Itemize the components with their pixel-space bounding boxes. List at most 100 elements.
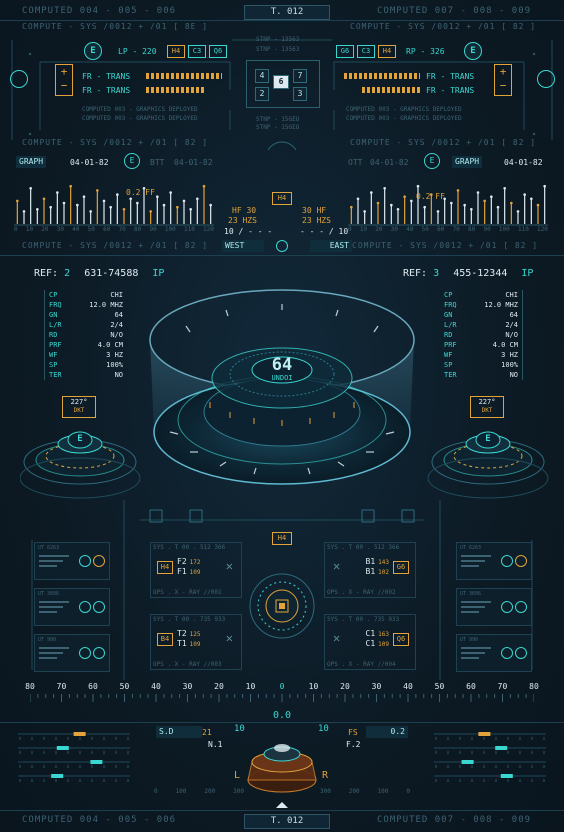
- header-center[interactable]: T. 012: [244, 5, 330, 20]
- sd-label[interactable]: S.D: [156, 726, 202, 738]
- mini-panel[interactable]: UT 3606: [34, 588, 110, 626]
- note-right-2: COMPUTED 003 - GRAPHICS DEPLOYED: [346, 115, 462, 122]
- slider-handle[interactable]: [500, 774, 513, 778]
- spec-row: L/R 2/4: [440, 320, 522, 330]
- graph-right-label[interactable]: GRAPH: [452, 156, 483, 168]
- spec-value: 12.0 MHZ: [484, 301, 518, 309]
- tag-right-3[interactable]: H4: [378, 45, 396, 58]
- xray-panel[interactable]: SYS . T 00 . 735 933 Q6 C1 163 C1 109 ✕ OPS . X…: [324, 614, 416, 670]
- caret-up-icon[interactable]: [276, 802, 288, 808]
- eq-cap: [136, 201, 139, 205]
- mini-dial-icon[interactable]: [515, 647, 527, 659]
- east-label[interactable]: EAST: [310, 240, 352, 252]
- compass-dot-icon[interactable]: [276, 240, 288, 252]
- mini-dial-icon[interactable]: [515, 555, 527, 567]
- grid-cell-2[interactable]: 2: [255, 87, 269, 101]
- bottom-right-sliders[interactable]: [430, 724, 550, 794]
- spec-row: FRQ 12.0 MHZ: [440, 300, 522, 310]
- mini-dial-icon[interactable]: [501, 555, 513, 567]
- xray-tag[interactable]: Q6: [393, 633, 409, 646]
- right-e-badge[interactable]: E: [464, 42, 482, 60]
- eq-cap: [122, 208, 126, 211]
- grid-cell-3[interactable]: 3: [293, 87, 307, 101]
- lower-tag[interactable]: H4: [272, 532, 292, 545]
- slider-handle[interactable]: [478, 732, 491, 736]
- xray-panel[interactable]: SYS . T 00 . 512 366 G6 B1 143 B1 102 ✕ OPS . X…: [324, 542, 416, 598]
- mini-panel-label: UT 3606: [38, 591, 60, 597]
- left-e-badge[interactable]: E: [84, 42, 102, 60]
- mini-panel[interactable]: UT 990: [34, 634, 110, 672]
- eq-cap: [182, 199, 186, 203]
- tag-right-2[interactable]: C3: [357, 45, 375, 58]
- xray-num: 102: [378, 569, 389, 576]
- plus-minus-control-right[interactable]: + −: [494, 64, 512, 96]
- xray-tag[interactable]: H4: [157, 561, 173, 574]
- grid-cell-4[interactable]: 4: [255, 69, 269, 83]
- side-disc-right[interactable]: [424, 412, 554, 502]
- tag-left-1[interactable]: H4: [167, 45, 185, 58]
- right-target-icon[interactable]: [537, 70, 555, 88]
- slider-handle[interactable]: [51, 774, 64, 778]
- slider-handle[interactable]: [73, 732, 86, 736]
- scale-label: 20: [340, 682, 350, 691]
- eq-cap: [383, 187, 386, 190]
- mini-panel[interactable]: UT 6263: [456, 542, 532, 580]
- mini-dial-icon[interactable]: [79, 647, 91, 659]
- graph-left-e-icon[interactable]: E: [124, 153, 140, 169]
- spec-key: PRF: [49, 341, 62, 349]
- left-target-icon[interactable]: [10, 70, 28, 88]
- spec-row: GN 64: [45, 310, 127, 320]
- center-tag[interactable]: H4: [272, 192, 292, 205]
- spec-row: CP CHI: [440, 290, 522, 300]
- xray-panel-header: SYS . T 00 . 512 366: [327, 544, 400, 551]
- mini-dial-icon[interactable]: [79, 601, 91, 613]
- hud-screen: COMPUTED 004 - 005 - 006 T. 012 COMPUTED…: [0, 0, 564, 832]
- xray-panel[interactable]: SYS . T 00 . 735 933 B4 T2 125 T1 109 ✕ OPS . X…: [150, 614, 242, 670]
- mini-dial-icon[interactable]: [501, 647, 513, 659]
- mini-dial-icon[interactable]: [501, 601, 513, 613]
- xray-panel[interactable]: SYS . T 00 . 512 366 H4 F2 172 F1 109 ✕ OPS . X…: [150, 542, 242, 598]
- eq-cap: [116, 193, 119, 196]
- slider-handle[interactable]: [90, 760, 103, 764]
- eq-cap: [543, 184, 546, 188]
- xray-num: 109: [189, 641, 201, 648]
- tag-right-1[interactable]: G6: [336, 45, 354, 58]
- mini-panel[interactable]: UT 990: [456, 634, 532, 672]
- mini-dial-icon[interactable]: [79, 555, 91, 567]
- west-label[interactable]: WEST: [222, 240, 264, 252]
- fs-value[interactable]: 0.2: [366, 726, 408, 738]
- mini-dial-icon[interactable]: [515, 601, 527, 613]
- mini-panel[interactable]: UT 6263: [34, 542, 110, 580]
- mini-panel-bar: [39, 611, 57, 613]
- grid-cell-6[interactable]: 6: [273, 75, 289, 89]
- eq-cap: [202, 184, 206, 188]
- side-disc-left[interactable]: [20, 412, 150, 502]
- tag-left-3[interactable]: Q6: [209, 45, 227, 58]
- graph-left-label[interactable]: GRAPH: [16, 156, 47, 168]
- mini-dial-icon[interactable]: [93, 647, 105, 659]
- mini-dial-icon[interactable]: [93, 601, 105, 613]
- stnp-label-2: STNP - 13563: [256, 46, 300, 53]
- grid-cell-7[interactable]: 7: [293, 69, 307, 83]
- ott-date: 04-01-82: [370, 158, 409, 167]
- spec-row: RD N/O: [440, 330, 522, 340]
- eq-tick-label: 120: [537, 226, 548, 233]
- eq-cap: [109, 205, 112, 209]
- bottom-dome[interactable]: [244, 728, 320, 798]
- mini-panel[interactable]: UT 3606: [456, 588, 532, 626]
- bottom-left-sliders[interactable]: [14, 724, 134, 794]
- mini-dial-icon[interactable]: [93, 555, 105, 567]
- footer-center[interactable]: T. 012: [244, 814, 330, 829]
- eq-cap: [363, 210, 366, 213]
- plus-minus-control[interactable]: + −: [55, 64, 73, 96]
- xray-tag[interactable]: B4: [157, 633, 173, 646]
- xray-tag[interactable]: G6: [393, 561, 409, 574]
- tag-left-2[interactable]: C3: [188, 45, 206, 58]
- slider-handle[interactable]: [56, 746, 69, 750]
- eq-tick-label: 70: [452, 226, 460, 233]
- graph-right-e-icon[interactable]: E: [424, 153, 440, 169]
- center-target[interactable]: [246, 570, 318, 642]
- spec-key: FRQ: [444, 301, 457, 309]
- slider-handle[interactable]: [461, 760, 474, 764]
- slider-handle[interactable]: [495, 746, 508, 750]
